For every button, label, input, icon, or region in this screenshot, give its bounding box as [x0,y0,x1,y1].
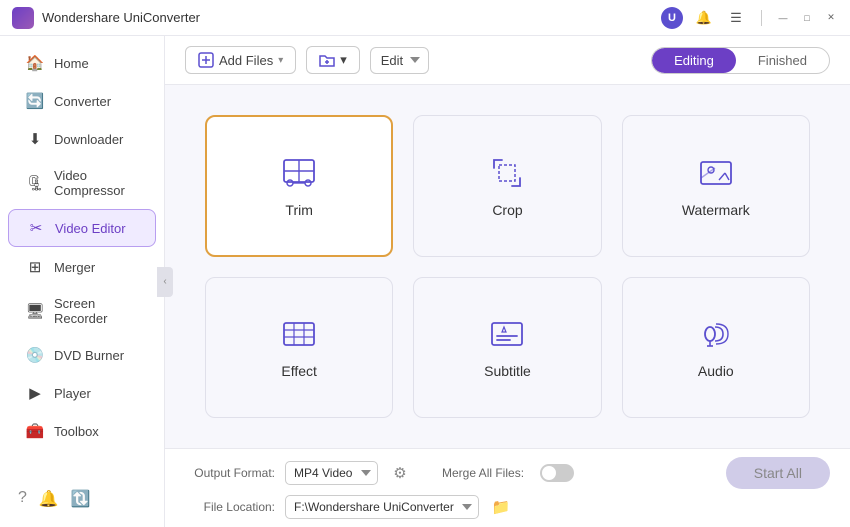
bell-icon[interactable]: 🔔 [39,489,59,509]
sidebar-item-screen-recorder[interactable]: 🖥 Screen Recorder [8,287,156,335]
editor-grid: Trim Crop [165,85,850,448]
tab-group: Editing Finished [651,47,830,74]
refresh-icon[interactable]: 🔃 [71,489,91,509]
add-folder-button[interactable]: ▾ [306,46,360,74]
sidebar-label-downloader: Downloader [54,132,123,147]
help-icon[interactable]: ? [18,489,27,509]
add-files-label: Add Files [219,53,273,68]
merge-toggle[interactable] [540,464,574,482]
recorder-icon: 🖥 [26,302,44,320]
editor-card-watermark[interactable]: Watermark [622,115,810,257]
sidebar-item-toolbox[interactable]: 🧰 Toolbox [8,413,156,449]
sidebar-label-merger: Merger [54,260,95,275]
sidebar-label-toolbox: Toolbox [54,424,99,439]
editor-card-crop[interactable]: Crop [413,115,601,257]
sidebar-label-editor: Video Editor [55,221,126,236]
sidebar-item-converter[interactable]: 🔄 Converter [8,83,156,119]
add-files-caret: ▾ [278,55,283,66]
watermark-icon [697,154,735,192]
sidebar-collapse-button[interactable]: ‹ [157,267,173,297]
edit-dropdown[interactable]: Edit [370,47,429,74]
crop-icon [488,154,526,192]
editor-card-effect[interactable]: Effect [205,277,393,419]
downloader-icon: ⬇ [26,130,44,148]
sidebar-bottom: ? 🔔 🔃 [0,479,164,519]
user-icon[interactable]: U [661,7,683,29]
sidebar-label-dvd: DVD Burner [54,348,124,363]
dvd-icon: 💿 [26,346,44,364]
player-icon: ▶ [26,384,44,402]
menu-icon[interactable]: ☰ [725,7,747,29]
content-area: Add Files ▾ ▾ Edit Editing Finished [165,36,850,527]
sidebar-label-recorder: Screen Recorder [54,296,138,326]
compressor-icon: 🗜 [26,174,44,192]
editor-card-audio[interactable]: Audio [622,277,810,419]
converter-icon: 🔄 [26,92,44,110]
editor-card-subtitle[interactable]: Subtitle [413,277,601,419]
minimize-button[interactable]: — [776,11,790,25]
effect-icon [280,315,318,353]
sidebar-label-home: Home [54,56,89,71]
editor-card-trim[interactable]: Trim [205,115,393,257]
sidebar-item-player[interactable]: ▶ Player [8,375,156,411]
output-format-label: Output Format: [185,466,275,480]
start-all-button[interactable]: Start All [726,457,830,489]
toolbox-icon: 🧰 [26,422,44,440]
format-settings-icon[interactable]: ⚙ [388,461,412,485]
output-format-select[interactable]: MP4 Video [285,461,378,485]
tab-finished[interactable]: Finished [736,48,829,73]
tab-editing[interactable]: Editing [652,48,736,73]
window-controls: U 🔔 ☰ — □ ✕ [661,7,838,29]
sidebar-label-converter: Converter [54,94,111,109]
trim-icon [280,154,318,192]
subtitle-icon [488,315,526,353]
editor-icon: ✂ [27,219,45,237]
add-folder-icon [319,52,335,68]
sidebar-item-dvd-burner[interactable]: 💿 DVD Burner [8,337,156,373]
maximize-button[interactable]: □ [800,11,814,25]
app-logo [12,7,34,29]
sidebar: 🏠 Home 🔄 Converter ⬇ Downloader 🗜 Video … [0,36,165,527]
sidebar-item-video-editor[interactable]: ✂ Video Editor [8,209,156,247]
file-location-select[interactable]: F:\Wondershare UniConverter [285,495,479,519]
sidebar-item-downloader[interactable]: ⬇ Downloader [8,121,156,157]
effect-label: Effect [281,363,317,379]
file-location-label: File Location: [185,500,275,514]
sidebar-item-home[interactable]: 🏠 Home [8,45,156,81]
subtitle-label: Subtitle [484,363,531,379]
watermark-label: Watermark [682,202,750,218]
crop-label: Crop [492,202,522,218]
audio-icon [697,315,735,353]
app-title: Wondershare UniConverter [42,10,661,25]
output-format-row: Output Format: MP4 Video ⚙ Merge All Fil… [185,457,830,489]
folder-browse-icon[interactable]: 📁 [489,495,513,519]
home-icon: 🏠 [26,54,44,72]
toolbar: Add Files ▾ ▾ Edit Editing Finished [165,36,850,85]
close-button[interactable]: ✕ [824,11,838,25]
merge-label: Merge All Files: [442,466,524,480]
add-files-icon [198,52,214,68]
sidebar-label-player: Player [54,386,91,401]
add-files-button[interactable]: Add Files ▾ [185,46,296,74]
trim-label: Trim [285,202,312,218]
merger-icon: ⊞ [26,258,44,276]
bottom-bar: Output Format: MP4 Video ⚙ Merge All Fil… [165,448,850,527]
audio-label: Audio [698,363,734,379]
notification-icon[interactable]: 🔔 [693,7,715,29]
title-bar: Wondershare UniConverter U 🔔 ☰ — □ ✕ [0,0,850,36]
main-layout: 🏠 Home 🔄 Converter ⬇ Downloader 🗜 Video … [0,36,850,527]
sidebar-item-merger[interactable]: ⊞ Merger [8,249,156,285]
file-location-row: File Location: F:\Wondershare UniConvert… [185,495,830,519]
sidebar-item-video-compressor[interactable]: 🗜 Video Compressor [8,159,156,207]
add-folder-caret: ▾ [340,52,347,68]
sidebar-label-compressor: Video Compressor [54,168,138,198]
